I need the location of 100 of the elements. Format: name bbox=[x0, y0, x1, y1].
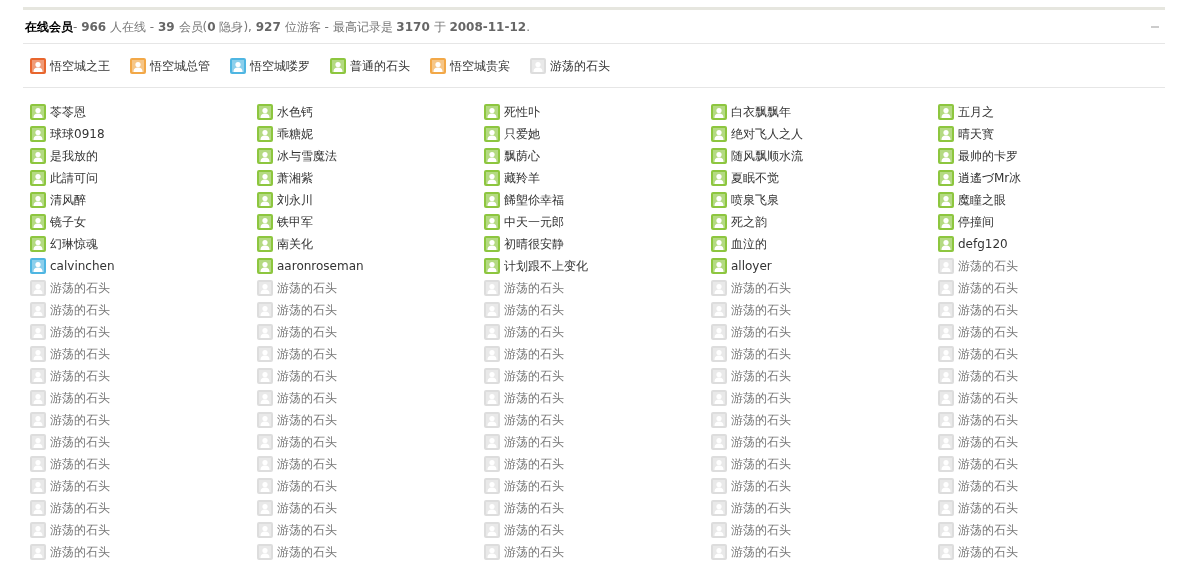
member-link[interactable]: 幻琳惊魂 bbox=[50, 235, 98, 253]
member-link[interactable]: 球球0918 bbox=[50, 125, 105, 143]
member-link[interactable]: 游荡的石头 bbox=[958, 411, 1018, 429]
member-link[interactable]: calvinchen bbox=[50, 257, 115, 275]
member-link[interactable]: 停撞间 bbox=[958, 213, 994, 231]
member-link[interactable]: 游荡的石头 bbox=[958, 257, 1018, 275]
member-link[interactable]: 游荡的石头 bbox=[277, 367, 337, 385]
member-link[interactable]: 苓苓恩 bbox=[50, 103, 86, 121]
member-link[interactable]: 游荡的石头 bbox=[958, 521, 1018, 539]
member-link[interactable]: 游荡的石头 bbox=[958, 279, 1018, 297]
member-link[interactable]: 游荡的石头 bbox=[731, 345, 791, 363]
member-link[interactable]: 此請可问 bbox=[50, 169, 98, 187]
member-link[interactable]: 游荡的石头 bbox=[504, 433, 564, 451]
member-link[interactable]: 游荡的石头 bbox=[504, 455, 564, 473]
member-link[interactable]: 藏羚羊 bbox=[504, 169, 540, 187]
member-link[interactable]: 游荡的石头 bbox=[731, 433, 791, 451]
member-link[interactable]: 铁甲军 bbox=[277, 213, 313, 231]
member-link[interactable]: 游荡的石头 bbox=[731, 367, 791, 385]
member-link[interactable]: 游荡的石头 bbox=[277, 345, 337, 363]
member-link[interactable]: 游荡的石头 bbox=[958, 323, 1018, 341]
member-link[interactable]: 游荡的石头 bbox=[958, 477, 1018, 495]
member-link[interactable]: 飘荫心 bbox=[504, 147, 540, 165]
member-link[interactable]: 游荡的石头 bbox=[50, 279, 110, 297]
member-link[interactable]: 冰与雪魔法 bbox=[277, 147, 337, 165]
member-link[interactable]: 镜子女 bbox=[50, 213, 86, 231]
member-link[interactable]: 绝对飞人之人 bbox=[731, 125, 803, 143]
member-link[interactable]: 游荡的石头 bbox=[277, 543, 337, 561]
member-link[interactable]: 游荡的石头 bbox=[958, 345, 1018, 363]
member-link[interactable]: 游荡的石头 bbox=[731, 477, 791, 495]
member-link[interactable]: 血泣的 bbox=[731, 235, 767, 253]
member-link[interactable]: alloyer bbox=[731, 257, 772, 275]
member-link[interactable]: 死之韵 bbox=[731, 213, 767, 231]
member-link[interactable]: 游荡的石头 bbox=[504, 345, 564, 363]
member-link[interactable]: 最帅的卡罗 bbox=[958, 147, 1018, 165]
member-link[interactable]: 游荡的石头 bbox=[277, 323, 337, 341]
member-link[interactable]: 游荡的石头 bbox=[50, 411, 110, 429]
member-link[interactable]: 游荡的石头 bbox=[504, 301, 564, 319]
collapse-icon[interactable] bbox=[1151, 25, 1159, 28]
member-link[interactable]: 游荡的石头 bbox=[504, 279, 564, 297]
member-link[interactable]: 魔瞳之眼 bbox=[958, 191, 1006, 209]
member-link[interactable]: 游荡的石头 bbox=[50, 345, 110, 363]
member-link[interactable]: 游荡的石头 bbox=[277, 433, 337, 451]
member-link[interactable]: 餙塱伱幸福 bbox=[504, 191, 564, 209]
member-link[interactable]: 乖糖妮 bbox=[277, 125, 313, 143]
member-link[interactable]: 喷泉飞泉 bbox=[731, 191, 779, 209]
member-link[interactable]: 游荡的石头 bbox=[504, 543, 564, 561]
member-link[interactable]: 游荡的石头 bbox=[504, 367, 564, 385]
member-link[interactable]: 游荡的石头 bbox=[277, 389, 337, 407]
member-link[interactable]: 游荡的石头 bbox=[958, 499, 1018, 517]
member-link[interactable]: 游荡的石头 bbox=[277, 279, 337, 297]
member-link[interactable]: 游荡的石头 bbox=[277, 301, 337, 319]
member-link[interactable]: 游荡的石头 bbox=[958, 301, 1018, 319]
member-link[interactable]: 游荡的石头 bbox=[50, 367, 110, 385]
member-link[interactable]: 游荡的石头 bbox=[50, 389, 110, 407]
member-link[interactable]: 游荡的石头 bbox=[277, 499, 337, 517]
member-link[interactable]: 游荡的石头 bbox=[958, 543, 1018, 561]
member-link[interactable]: 游荡的石头 bbox=[277, 477, 337, 495]
member-link[interactable]: 萧湘紫 bbox=[277, 169, 313, 187]
member-link[interactable]: 是我放的 bbox=[50, 147, 98, 165]
member-link[interactable]: 游荡的石头 bbox=[277, 521, 337, 539]
member-link[interactable]: 清风醉 bbox=[50, 191, 86, 209]
member-link[interactable]: 游荡的石头 bbox=[958, 367, 1018, 385]
member-link[interactable]: 游荡的石头 bbox=[731, 323, 791, 341]
member-link[interactable]: 游荡的石头 bbox=[731, 499, 791, 517]
member-link[interactable]: 游荡的石头 bbox=[50, 323, 110, 341]
member-link[interactable]: 游荡的石头 bbox=[277, 411, 337, 429]
member-link[interactable]: 游荡的石头 bbox=[731, 279, 791, 297]
member-link[interactable]: 计划跟不上变化 bbox=[504, 257, 588, 275]
member-link[interactable]: defg120 bbox=[958, 235, 1008, 253]
member-link[interactable]: 南关化 bbox=[277, 235, 313, 253]
member-link[interactable]: 游荡的石头 bbox=[50, 433, 110, 451]
member-link[interactable]: 游荡的石头 bbox=[504, 499, 564, 517]
member-link[interactable]: 游荡的石头 bbox=[50, 521, 110, 539]
member-link[interactable]: 死性卟 bbox=[504, 103, 540, 121]
member-link[interactable]: 白衣飘飘年 bbox=[731, 103, 791, 121]
member-link[interactable]: 游荡的石头 bbox=[958, 455, 1018, 473]
member-link[interactable]: 只爱她 bbox=[504, 125, 540, 143]
member-link[interactable]: 游荡的石头 bbox=[958, 433, 1018, 451]
member-link[interactable]: 游荡的石头 bbox=[504, 323, 564, 341]
member-link[interactable]: 游荡的石头 bbox=[50, 543, 110, 561]
member-link[interactable]: 游荡的石头 bbox=[731, 301, 791, 319]
member-link[interactable]: 中天一元郎 bbox=[504, 213, 564, 231]
member-link[interactable]: 游荡的石头 bbox=[50, 477, 110, 495]
member-link[interactable]: 游荡的石头 bbox=[731, 411, 791, 429]
member-link[interactable]: 初晴很安静 bbox=[504, 235, 564, 253]
member-link[interactable]: 游荡的石头 bbox=[731, 455, 791, 473]
member-link[interactable]: 逍遙づMr冰 bbox=[958, 169, 1022, 187]
member-link[interactable]: 晴天寳 bbox=[958, 125, 994, 143]
member-link[interactable]: 游荡的石头 bbox=[504, 477, 564, 495]
member-link[interactable]: aaronroseman bbox=[277, 257, 364, 275]
member-link[interactable]: 随风飘顺水流 bbox=[731, 147, 803, 165]
member-link[interactable]: 游荡的石头 bbox=[504, 411, 564, 429]
member-link[interactable]: 水色钙 bbox=[277, 103, 313, 121]
member-link[interactable]: 游荡的石头 bbox=[50, 301, 110, 319]
member-link[interactable]: 游荡的石头 bbox=[504, 521, 564, 539]
member-link[interactable]: 游荡的石头 bbox=[731, 521, 791, 539]
member-link[interactable]: 游荡的石头 bbox=[731, 389, 791, 407]
member-link[interactable]: 游荡的石头 bbox=[958, 389, 1018, 407]
member-link[interactable]: 游荡的石头 bbox=[731, 543, 791, 561]
member-link[interactable]: 刘永川 bbox=[277, 191, 313, 209]
